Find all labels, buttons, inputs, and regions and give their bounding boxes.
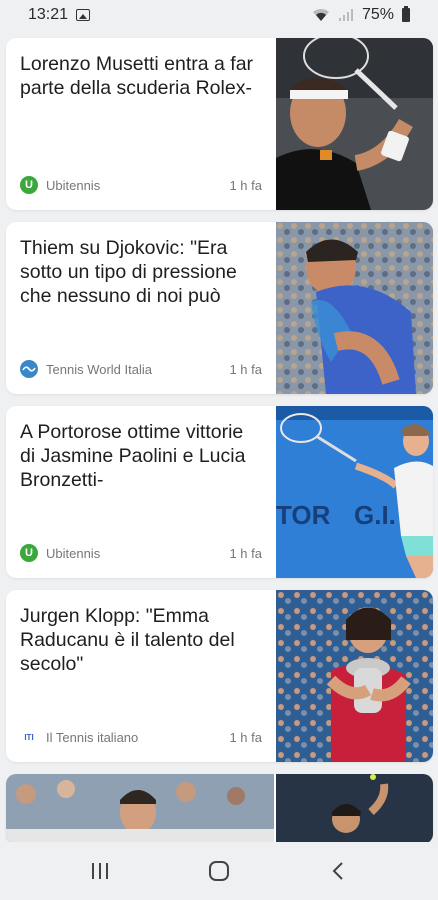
article-title[interactable]: Thiem su Djokovic: "Era sotto un tipo di… xyxy=(20,236,260,308)
status-bar: 13:21 75% xyxy=(0,0,438,30)
djokovic-crowd-image xyxy=(6,774,274,844)
article-thumbnail[interactable] xyxy=(276,774,433,844)
home-button[interactable] xyxy=(199,851,239,891)
battery-percent: 75% xyxy=(361,6,394,23)
player-celebration-image xyxy=(276,774,433,844)
status-left: 13:21 xyxy=(28,6,91,24)
system-navigation-bar xyxy=(0,842,438,900)
article-thumbnail[interactable]: TOR G.I. xyxy=(276,406,433,578)
ubitennis-logo-icon: U xyxy=(20,176,38,194)
recent-apps-button[interactable] xyxy=(80,851,120,891)
article-card[interactable]: Lorenzo Musetti entra a far parte della … xyxy=(6,38,433,210)
article-text: Lorenzo Musetti entra a far parte della … xyxy=(20,52,260,100)
article-source[interactable]: Ubitennis xyxy=(46,178,229,193)
status-time: 13:21 xyxy=(28,6,69,23)
home-icon xyxy=(208,861,229,881)
article-meta: U Ubitennis 1 h fa xyxy=(20,544,262,562)
battery-icon xyxy=(402,6,410,22)
article-banner-image[interactable] xyxy=(6,774,274,844)
article-time: 1 h fa xyxy=(229,545,262,561)
article-card[interactable]: Jurgen Klopp: "Emma Raducanu è il talent… xyxy=(6,590,433,762)
ubitennis-logo-icon: U xyxy=(20,544,38,562)
article-thumbnail[interactable] xyxy=(276,222,433,394)
article-text: Thiem su Djokovic: "Era sotto un tipo di… xyxy=(20,236,260,308)
article-title[interactable]: Lorenzo Musetti entra a far parte della … xyxy=(20,52,260,100)
status-right: 75% xyxy=(312,6,410,24)
article-text: A Portorose ottime vittorie di Jasmine P… xyxy=(20,420,260,492)
raducanu-trophy-image xyxy=(276,590,433,762)
article-source[interactable]: Tennis World Italia xyxy=(46,362,229,377)
article-card[interactable]: Thiem su Djokovic: "Era sotto un tipo di… xyxy=(6,222,433,394)
article-source[interactable]: Ubitennis xyxy=(46,546,229,561)
article-title[interactable]: A Portorose ottime vittorie di Jasmine P… xyxy=(20,420,260,492)
article-thumbnail[interactable] xyxy=(276,38,433,210)
article-text: Jurgen Klopp: "Emma Raducanu è il talent… xyxy=(20,604,260,676)
tennis-player-image xyxy=(276,38,433,210)
article-source[interactable]: Il Tennis italiano xyxy=(46,730,229,745)
djokovic-image xyxy=(276,222,433,394)
article-time: 1 h fa xyxy=(229,177,262,193)
back-icon xyxy=(332,862,344,880)
svg-text:TOR: TOR xyxy=(276,500,331,530)
paolini-image: TOR G.I. xyxy=(276,406,433,578)
article-title[interactable]: Jurgen Klopp: "Emma Raducanu è il talent… xyxy=(20,604,260,676)
recent-apps-icon xyxy=(91,863,108,879)
article-time: 1 h fa xyxy=(229,729,262,745)
article-card[interactable]: A Portorose ottime vittorie di Jasmine P… xyxy=(6,406,433,578)
signal-icon xyxy=(338,9,353,21)
article-card[interactable] xyxy=(6,774,433,844)
article-thumbnail[interactable] xyxy=(276,590,433,762)
svg-text:G.I.: G.I. xyxy=(354,500,396,530)
article-meta: ITI Il Tennis italiano 1 h fa xyxy=(20,728,262,746)
il-tennis-italiano-logo-icon: ITI xyxy=(24,732,34,742)
wifi-icon xyxy=(312,8,329,21)
article-time: 1 h fa xyxy=(229,361,262,377)
tennis-world-logo-icon xyxy=(20,360,38,378)
gallery-notification-icon xyxy=(76,9,91,21)
article-meta: Tennis World Italia 1 h fa xyxy=(20,360,262,378)
article-meta: U Ubitennis 1 h fa xyxy=(20,176,262,194)
back-button[interactable] xyxy=(318,851,358,891)
